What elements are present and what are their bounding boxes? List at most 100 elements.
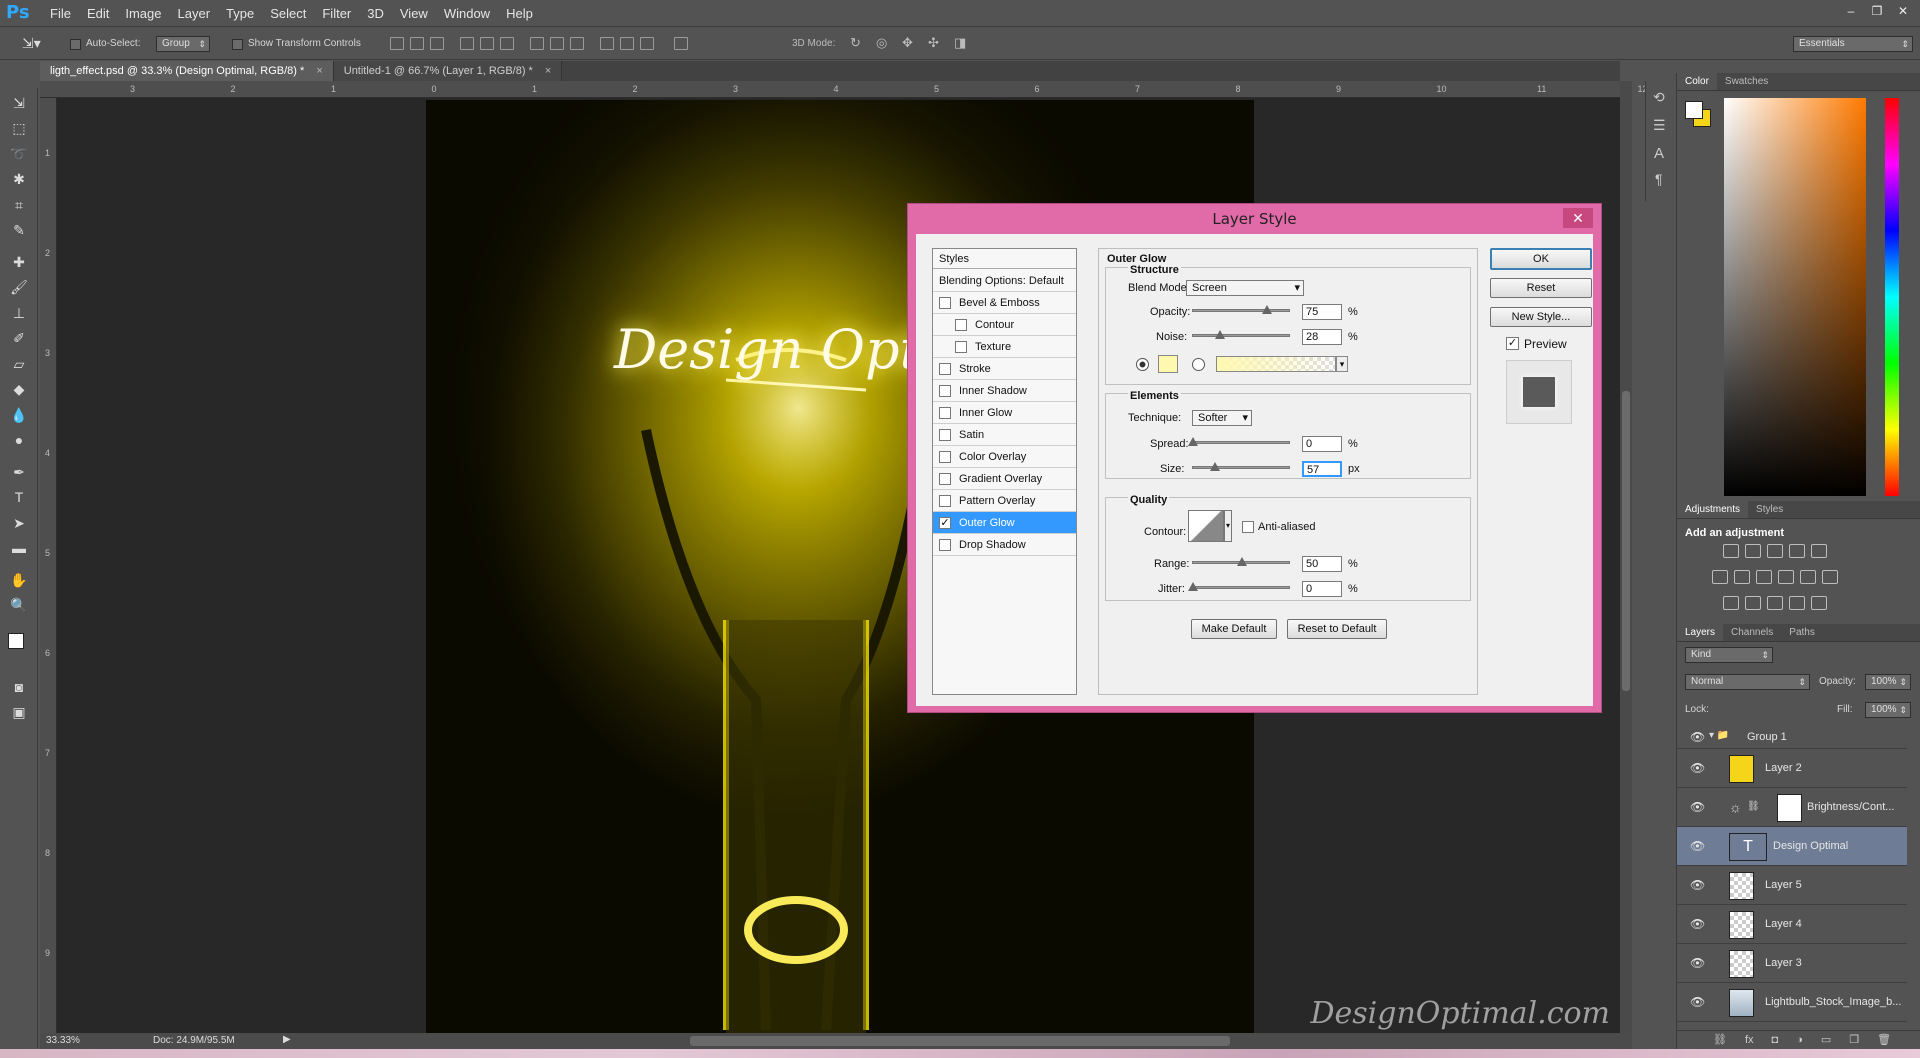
style-item-outer-glow[interactable]: ✓ Outer Glow (933, 512, 1076, 534)
tab-color[interactable]: Color (1677, 73, 1717, 90)
tab-ligth-effect[interactable]: ligth_effect.psd @ 33.3% (Design Optimal… (40, 61, 334, 81)
style-checkbox[interactable] (939, 473, 951, 485)
layer-row[interactable]: 👁 Layer 4 (1677, 905, 1907, 944)
jitter-slider[interactable] (1188, 582, 1290, 591)
3d-scale-icon[interactable]: ◨ (954, 35, 966, 51)
rectangle-tool-icon[interactable]: ▬ (9, 539, 29, 557)
tab-channels[interactable]: Channels (1723, 624, 1781, 641)
align-vcenter-icon[interactable] (410, 37, 424, 50)
healing-brush-icon[interactable]: ✚ (9, 253, 29, 271)
align-top-icon[interactable] (390, 37, 404, 50)
style-checkbox[interactable] (939, 407, 951, 419)
menu-help[interactable]: Help (498, 0, 541, 27)
tab-adjustments[interactable]: Adjustments (1677, 501, 1749, 518)
layer-row[interactable]: 👁 Lightbulb_Stock_Image_b... (1677, 983, 1907, 1022)
menu-filter[interactable]: Filter (314, 0, 359, 27)
spread-input[interactable]: 0 (1302, 436, 1342, 452)
horizontal-scroll-thumb[interactable] (690, 1036, 1230, 1046)
color-fg-swatch[interactable] (1685, 101, 1703, 119)
eyedropper-icon[interactable]: ✎ (9, 221, 29, 239)
glow-color-swatch[interactable] (1158, 355, 1178, 373)
delete-layer-icon[interactable]: 🗑 (1877, 1033, 1891, 1046)
technique-select[interactable]: Softer (1192, 410, 1252, 426)
visibility-eye-icon[interactable]: 👁 (1690, 730, 1705, 744)
magic-wand-icon[interactable]: ✱ (9, 170, 29, 188)
fx-icon[interactable]: fx (1745, 1034, 1754, 1046)
path-selection-icon[interactable]: ➤ (9, 514, 29, 532)
gradient-radio[interactable] (1192, 358, 1205, 371)
ok-button[interactable]: OK (1490, 248, 1592, 270)
size-slider-knob[interactable] (1210, 462, 1221, 471)
marquee-tool-icon[interactable]: ⬚ (9, 119, 29, 137)
gradient-dropdown-icon[interactable]: ▾ (1336, 356, 1348, 372)
scroll-thumb[interactable] (1622, 391, 1630, 691)
black-white-adj-icon[interactable] (1756, 570, 1772, 584)
3d-drag-icon[interactable]: ✥ (902, 35, 913, 51)
style-checkbox[interactable] (939, 451, 951, 463)
link-layers-icon[interactable]: ⛓ (1713, 1033, 1727, 1046)
noise-slider[interactable] (1192, 330, 1290, 339)
add-mask-icon[interactable]: ◘ (1772, 1034, 1779, 1046)
menu-select[interactable]: Select (262, 0, 314, 27)
reset-button[interactable]: Reset (1490, 278, 1592, 298)
clone-stamp-icon[interactable]: ⊥ (9, 304, 29, 322)
style-checkbox[interactable] (939, 297, 951, 309)
hue-slider[interactable] (1885, 98, 1899, 496)
quick-mask-icon[interactable]: ◙ (9, 678, 29, 696)
paint-bucket-icon[interactable]: ◆ (9, 380, 29, 398)
visibility-eye-icon[interactable]: 👁 (1690, 878, 1705, 892)
style-checkbox[interactable] (955, 341, 967, 353)
dodge-tool-icon[interactable]: ● (9, 431, 29, 449)
layer-row[interactable]: 👁 Layer 3 (1677, 944, 1907, 983)
layer-row[interactable]: 👁 Layer 5 (1677, 866, 1907, 905)
range-input[interactable]: 50 (1302, 556, 1342, 572)
align-bottom-icon[interactable] (430, 37, 444, 50)
workspace-dropdown[interactable]: Essentials (1793, 36, 1913, 52)
style-checkbox[interactable] (939, 429, 951, 441)
style-item-satin[interactable]: Satin (933, 424, 1076, 446)
canvas-vertical-scrollbar[interactable] (1620, 81, 1632, 1033)
menu-file[interactable]: File (42, 0, 79, 27)
menu-edit[interactable]: Edit (79, 0, 117, 27)
character-icon[interactable]: A (1654, 145, 1664, 162)
new-style-button[interactable]: New Style... (1490, 307, 1592, 327)
auto-align-icon[interactable] (674, 37, 688, 50)
style-item-contour[interactable]: Contour (933, 314, 1076, 336)
foreground-color-swatch[interactable] (8, 633, 24, 649)
visibility-eye-icon[interactable]: 👁 (1690, 995, 1705, 1009)
anti-aliased-checkbox[interactable] (1242, 521, 1254, 533)
3d-roll-icon[interactable]: ◎ (876, 35, 887, 51)
distribute-top-icon[interactable] (530, 37, 544, 50)
3d-slide-icon[interactable]: ✣ (928, 35, 939, 51)
photo-filter-adj-icon[interactable] (1778, 570, 1794, 584)
menu-image[interactable]: Image (117, 0, 169, 27)
style-item-stroke[interactable]: Stroke (933, 358, 1076, 380)
tab-layers[interactable]: Layers (1677, 624, 1724, 641)
style-checkbox[interactable] (955, 319, 967, 331)
channel-mixer-adj-icon[interactable] (1800, 570, 1816, 584)
selective-color-adj-icon[interactable] (1789, 596, 1805, 610)
gradient-map-adj-icon[interactable] (1811, 596, 1827, 610)
tab-close-icon[interactable]: × (316, 65, 322, 77)
levels-adj-icon[interactable] (1745, 544, 1761, 558)
reset-to-default-button[interactable]: Reset to Default (1287, 619, 1387, 639)
range-slider-knob[interactable] (1237, 557, 1247, 566)
align-right-icon[interactable] (500, 37, 514, 50)
menu-window[interactable]: Window (436, 0, 498, 27)
layer-blend-mode[interactable]: Normal (1685, 674, 1810, 690)
screen-mode-icon[interactable]: ▣ (9, 703, 29, 721)
visibility-eye-icon[interactable]: 👁 (1690, 761, 1705, 775)
color-balance-adj-icon[interactable] (1734, 570, 1750, 584)
style-checkbox[interactable] (939, 363, 951, 375)
tab-swatches[interactable]: Swatches (1717, 73, 1776, 90)
brightness-adj-icon[interactable] (1723, 544, 1739, 558)
vibrance-adj-icon[interactable] (1811, 544, 1827, 558)
visibility-eye-icon[interactable]: 👁 (1690, 956, 1705, 970)
zoom-level[interactable]: 33.33% (46, 1035, 80, 1046)
contour-picker[interactable] (1188, 510, 1224, 542)
menu-3d[interactable]: 3D (359, 0, 392, 27)
paragraph-icon[interactable]: ¶ (1655, 171, 1663, 187)
contour-dropdown-icon[interactable]: ▾ (1224, 510, 1232, 542)
style-item-drop-shadow[interactable]: Drop Shadow (933, 534, 1076, 556)
align-left-icon[interactable] (460, 37, 474, 50)
